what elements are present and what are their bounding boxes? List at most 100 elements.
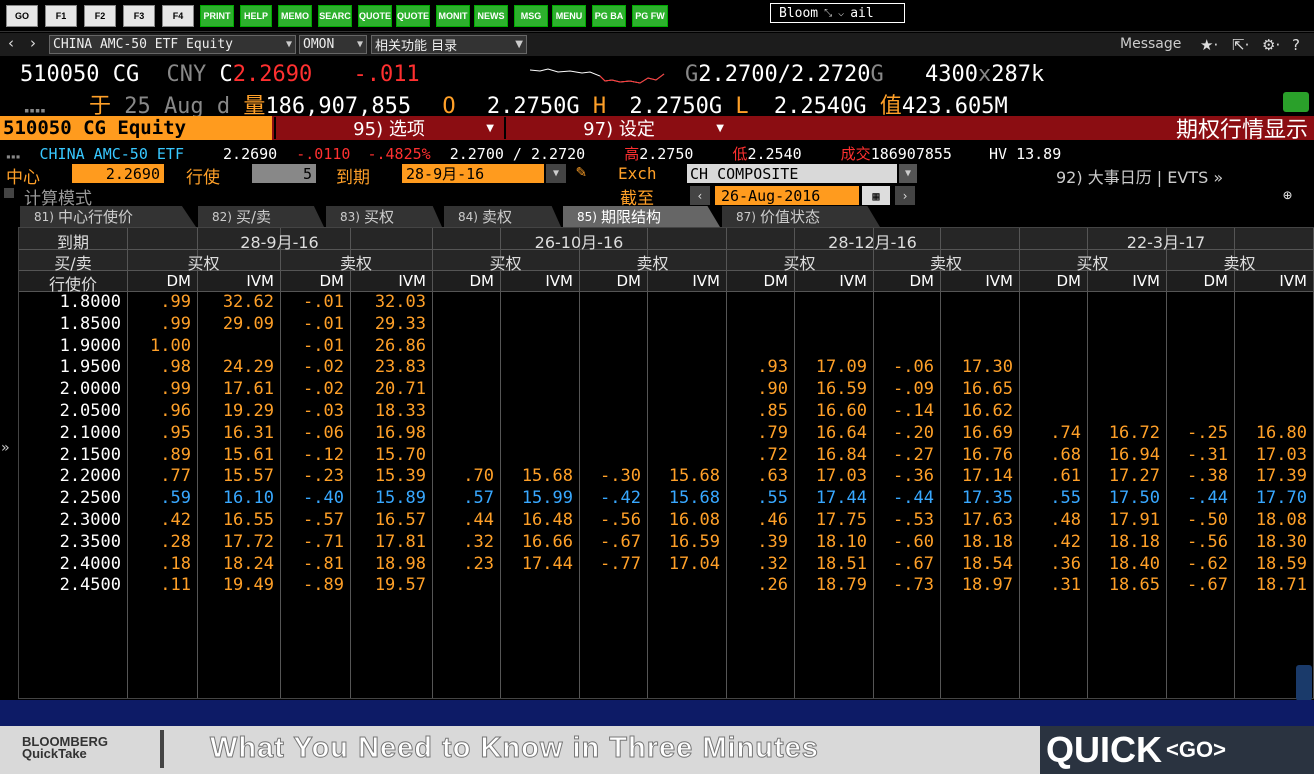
delta-cell: -.40 <box>303 488 344 509</box>
tab-item[interactable]: 82) 买/卖 <box>198 206 324 227</box>
fkey-button[interactable]: F1 <box>45 5 77 27</box>
delta-cell: -.03 <box>303 401 344 421</box>
function-select[interactable]: OMON ▼ <box>299 35 367 54</box>
delta-cell: .31 <box>1050 575 1081 596</box>
pencil-icon[interactable]: ✎ <box>576 162 586 182</box>
iv-cell: 18.97 <box>961 575 1013 596</box>
center-strike-field[interactable]: 2.2690 <box>72 164 164 183</box>
delta-cell: -.62 <box>1187 553 1228 574</box>
resize-icon[interactable]: ⤡ ⌵ <box>824 8 844 19</box>
delta-cell: -.06 <box>303 422 344 443</box>
fkey-button[interactable]: PG FW <box>632 5 668 27</box>
delta-cell: .85 <box>757 401 788 421</box>
gear-icon[interactable]: ⚙· <box>1262 36 1280 54</box>
strikes-count-field[interactable]: 5 <box>252 164 316 183</box>
chart-icon[interactable] <box>1283 92 1309 112</box>
delta-cell: .23 <box>463 553 494 574</box>
tab-item[interactable]: 83) 买权 <box>326 206 442 227</box>
forward-arrow-icon[interactable]: › <box>30 34 36 52</box>
quick-label: QUICK <box>1046 729 1162 770</box>
tab-item[interactable]: 85) 期限结构 <box>563 206 720 227</box>
delta-cell: -.36 <box>893 466 934 487</box>
delta-cell: -.23 <box>303 466 344 487</box>
delta-cell: .42 <box>160 510 191 530</box>
tab-item[interactable]: 84) 卖权 <box>444 206 561 227</box>
fkey-button[interactable]: SEARC <box>318 5 352 27</box>
related-functions-select[interactable]: 相关功能 目录 ▼ <box>371 35 527 54</box>
banner-divider <box>160 730 164 768</box>
quick-go-button[interactable]: QUICK <GO> <box>1040 726 1314 774</box>
fkey-button[interactable]: MENU <box>552 5 586 27</box>
options-button[interactable]: 95) 选项 ▼ <box>274 117 502 140</box>
delta-cell: .32 <box>757 553 788 574</box>
fkey-button[interactable]: QUOTE <box>358 5 392 27</box>
expand-panel-icon[interactable]: » <box>1 440 9 456</box>
tab-item[interactable]: 87) 价值状态 <box>722 206 880 227</box>
iv-cell: 16.62 <box>961 401 1013 421</box>
fkey-button[interactable]: GO <box>6 5 38 27</box>
next-date-icon[interactable]: › <box>895 186 915 205</box>
fkey-button[interactable]: HELP <box>240 5 272 27</box>
call-header: 买权 <box>187 254 220 273</box>
iv-cell: 24.29 <box>222 357 274 378</box>
star-icon[interactable]: ★· <box>1200 36 1218 54</box>
security-select[interactable]: CHINA AMC-50 ETF Equity ▼ <box>49 35 296 54</box>
delta-cell: .79 <box>757 422 788 443</box>
iv-cell: 17.81 <box>374 531 426 552</box>
delta-cell: -.56 <box>1187 531 1228 552</box>
settings-label: 97) 设定 <box>583 119 655 140</box>
events-link[interactable]: 92) 大事日历 | EVTS » <box>1056 164 1223 188</box>
fkey-button[interactable]: F3 <box>123 5 155 27</box>
sparkline-red <box>599 73 665 84</box>
iv-cell: 17.04 <box>668 553 720 574</box>
delta-cell: -.12 <box>303 444 344 465</box>
fkey-button[interactable]: MEMO <box>278 5 312 27</box>
fkey-button[interactable]: MSG <box>514 5 548 27</box>
side-widget-icon[interactable] <box>1296 665 1312 701</box>
iv-cell: 19.49 <box>222 575 274 596</box>
calc-mode-checkbox[interactable] <box>4 188 14 198</box>
export-icon[interactable]: ⇱· <box>1232 36 1249 54</box>
tab-item[interactable]: 81) 中心行使价 <box>20 206 196 227</box>
dm-header: DM <box>166 272 192 290</box>
iv-cell: 16.60 <box>815 401 867 421</box>
put-header: 卖权 <box>339 254 372 273</box>
iv-cell: 16.72 <box>1108 422 1160 443</box>
iv-cell: 16.59 <box>668 531 720 552</box>
fkey-button[interactable]: F4 <box>162 5 194 27</box>
back-arrow-icon[interactable]: ‹ <box>8 34 14 52</box>
tab-number: 82) <box>212 209 232 224</box>
fkey-button[interactable]: F2 <box>84 5 116 27</box>
bid-ask-sep: / <box>512 145 522 163</box>
exchange-dropdown-icon[interactable]: ▼ <box>899 164 917 183</box>
iv-cell: 16.94 <box>1108 444 1160 465</box>
zoom-icon[interactable]: ⊕ <box>1283 186 1292 204</box>
fkey-button[interactable]: MONIT <box>436 5 470 27</box>
exchange-field[interactable]: CH COMPOSITE <box>687 164 897 183</box>
iv-cell: 16.08 <box>668 510 720 530</box>
delta-cell: .61 <box>1050 466 1081 487</box>
fkey-button[interactable]: QUOTE <box>396 5 430 27</box>
iv-cell: 15.57 <box>222 466 274 487</box>
asof-date-field[interactable]: 26-Aug-2016 <box>715 186 859 205</box>
help-icon[interactable]: ? <box>1292 36 1300 54</box>
expiry-field[interactable]: 28-9月-16 <box>402 164 544 183</box>
fkey-button[interactable]: NEWS <box>474 5 508 27</box>
prev-date-icon[interactable]: ‹ <box>690 186 710 205</box>
chevron-down-icon: ▼ <box>716 122 724 134</box>
historical-vol: HV 13.89 <box>989 145 1062 163</box>
calendar-icon[interactable]: ▦ <box>862 186 890 205</box>
fkey-button[interactable]: PRINT <box>200 5 234 27</box>
dm-header: DM <box>616 272 642 290</box>
fkey-button[interactable]: PG BA <box>592 5 626 27</box>
delta-cell: .95 <box>160 422 191 443</box>
expiry-dropdown-icon[interactable]: ▼ <box>546 164 566 183</box>
strike-cell: 1.9500 <box>59 357 121 378</box>
iv-cell: 17.03 <box>1255 444 1307 465</box>
grid-vline <box>579 228 580 698</box>
message-link[interactable]: Message <box>1120 36 1181 52</box>
bloomberg-mail-box[interactable]: Bloom ⤡ ⌵ ail <box>770 3 905 23</box>
iv-cell: 15.61 <box>222 444 274 465</box>
last-price: 2.2690 <box>232 62 313 87</box>
settings-button[interactable]: 97) 设定 ▼ <box>504 117 732 140</box>
